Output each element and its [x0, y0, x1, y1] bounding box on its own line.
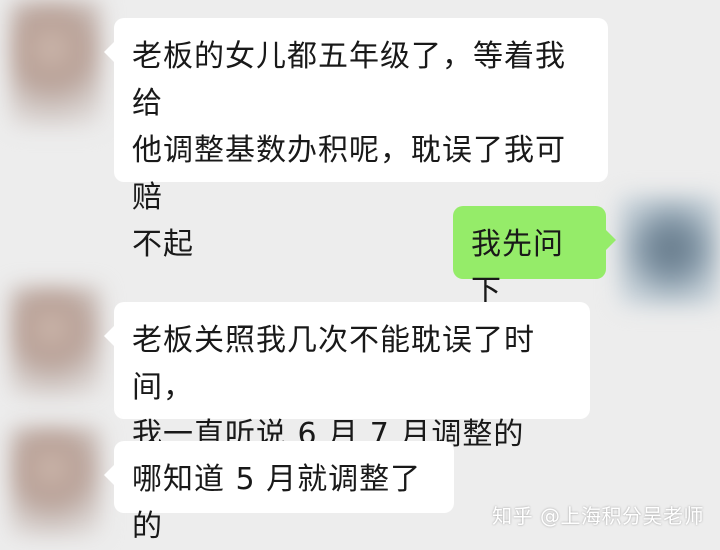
message-bubble-received[interactable]: 老板的女儿都五年级了，等着我给 他调整基数办积呢，耽误了我可赔 不起 [104, 18, 608, 262]
sender-avatar[interactable] [10, 426, 102, 538]
sender-avatar[interactable] [10, 286, 102, 398]
message-bubble-received[interactable]: 哪知道 5 月就调整了的 [104, 441, 454, 544]
message-line: 我先问下 [471, 227, 564, 309]
message-bubble-sent[interactable]: 我先问下 [453, 206, 616, 309]
chat-thread: 老板的女儿都五年级了，等着我给 他调整基数办积呢，耽误了我可赔 不起 我先问下 … [0, 0, 720, 544]
message-bubble-received[interactable]: 老板关照我几次不能耽误了时间， 我一直听说 6 月 7 月调整的 [104, 302, 590, 452]
message-line: 老板关照我几次不能耽误了时间， [132, 323, 535, 405]
message-line: 哪知道 5 月就调整了的 [132, 462, 422, 544]
self-avatar[interactable] [618, 195, 720, 307]
watermark-text: 知乎 @上海积分吴老师 [492, 504, 704, 528]
message-line: 老板的女儿都五年级了，等着我给 [132, 39, 566, 121]
sender-avatar[interactable] [10, 0, 102, 128]
